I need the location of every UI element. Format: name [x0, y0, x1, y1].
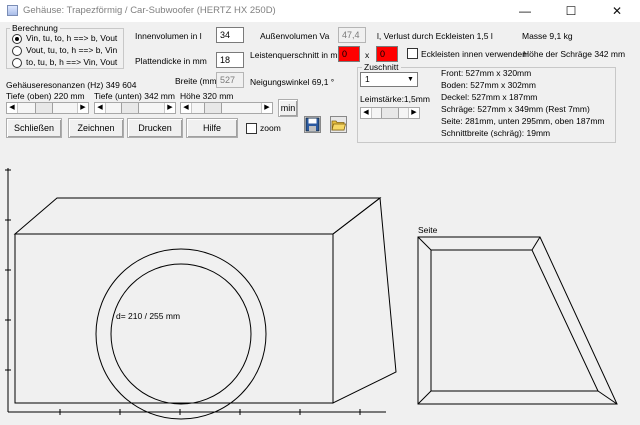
hoehe-slider[interactable]: ◀ ▶ [180, 102, 273, 114]
eckleisten-label: Eckleisten innen verwenden [421, 49, 527, 59]
minimize-button[interactable]: — [502, 0, 548, 22]
zeichnen-button[interactable]: Zeichnen [68, 118, 124, 138]
slider-thumb[interactable] [204, 103, 222, 113]
verlust-label: l, Verlust durch Eckleisten 1,5 l [377, 31, 493, 41]
hoehe-label: Höhe 320 mm [180, 91, 234, 101]
leistenquerschnitt-label: Leistenquerschnitt in mm [250, 50, 345, 60]
window-title: Gehäuse: Trapezförmig / Car-Subwoofer (H… [23, 5, 276, 16]
ruler-ticks [5, 169, 361, 415]
radio-option-3[interactable] [12, 58, 22, 68]
zuschnitt-line: Schnittbreite (schräg): 19mm [441, 128, 551, 138]
leimstaerke-label: Leimstärke:1,5mm [360, 94, 430, 104]
right-arrow-icon[interactable]: ▶ [408, 108, 419, 118]
driver-inner-circle [110, 263, 252, 405]
berechnung-title: Berechnung [10, 23, 60, 33]
left-arrow-icon[interactable]: ◀ [361, 108, 372, 118]
masse-label: Masse 9,1 kg [522, 31, 573, 41]
hilfe-button[interactable]: Hilfe [186, 118, 238, 138]
tiefe-unten-slider[interactable]: ◀ ▶ [94, 102, 176, 114]
radio-option-3-label: to, tu, b, h ==> Vin, Vout [26, 57, 118, 67]
side-view-label: Seite [418, 225, 438, 235]
breite-input: 527 [216, 72, 244, 88]
slider-thumb[interactable] [121, 103, 139, 113]
min-button[interactable]: min [278, 99, 298, 117]
tiefe-oben-slider[interactable]: ◀ ▶ [6, 102, 89, 114]
open-folder-icon [331, 120, 347, 131]
radio-option-2[interactable] [12, 46, 22, 56]
zuschnitt-line: Deckel: 527mm x 187mm [441, 92, 538, 102]
client-area: Berechnung Vin, tu, to, h ==> b, Vout Vo… [0, 22, 640, 425]
leisten-width-input[interactable]: 0 [338, 46, 360, 62]
aussenvolumen-input: 47,4 [338, 27, 366, 43]
aussenvolumen-label: Außenvolumen Va [260, 31, 330, 41]
radio-option-1[interactable] [12, 34, 22, 44]
chevron-down-icon[interactable]: ▼ [404, 73, 417, 86]
zuschnitt-title: Zuschnitt [362, 62, 401, 72]
resonanzen-label: Gehäuseresonanzen (Hz) 349 604 [6, 80, 137, 90]
zoom-checkbox[interactable] [246, 123, 257, 134]
leimstaerke-slider[interactable]: ◀ ▶ [360, 107, 420, 119]
zoom-label: zoom [260, 123, 281, 133]
title-bar: Gehäuse: Trapezförmig / Car-Subwoofer (H… [0, 0, 640, 22]
drucken-button[interactable]: Drucken [127, 118, 183, 138]
leisten-height-input[interactable]: 0 [376, 46, 398, 62]
tiefe-oben-label: Tiefe (oben) 220 mm [6, 91, 85, 101]
innenvolumen-input[interactable]: 34 [216, 27, 244, 43]
radio-option-2-label: Vout, tu, to, h ==> b, Vin [26, 45, 118, 55]
box-3d-view [13, 197, 397, 404]
save-button[interactable] [304, 116, 321, 133]
schliessen-button[interactable]: Schließen [6, 118, 62, 138]
driver-diameter-label: d= 210 / 255 mm [116, 311, 181, 321]
zuschnitt-line: Seite: 281mm, unten 295mm, oben 187mm [441, 116, 605, 126]
schraege-hoehe-label: Höhe der Schräge 342 mm [523, 49, 626, 59]
zuschnitt-line: Schräge: 527mm x 349mm (Rest 7mm) [441, 104, 590, 114]
eckleisten-checkbox[interactable] [407, 48, 418, 59]
right-arrow-icon[interactable]: ▶ [261, 103, 272, 113]
side-view [417, 236, 618, 405]
right-arrow-icon[interactable]: ▶ [164, 103, 175, 113]
close-button[interactable]: ✕ [594, 0, 640, 22]
zuschnitt-select[interactable]: 1 ▼ [360, 72, 418, 87]
zuschnitt-select-value: 1 [365, 74, 370, 84]
save-icon [305, 117, 320, 132]
left-arrow-icon[interactable]: ◀ [181, 103, 192, 113]
open-button[interactable] [330, 116, 347, 133]
zuschnitt-line: Front: 527mm x 320mm [441, 68, 532, 78]
neigungswinkel-label: Neigungswinkel 69,1 ° [250, 77, 335, 87]
leisten-x-label: x [365, 50, 370, 60]
maximize-button[interactable]: ☐ [548, 0, 594, 22]
left-arrow-icon[interactable]: ◀ [7, 103, 18, 113]
innenvolumen-label: Innenvolumen in l [135, 31, 202, 41]
driver-outer-circle [95, 248, 267, 420]
left-arrow-icon[interactable]: ◀ [95, 103, 106, 113]
tiefe-unten-label: Tiefe (unten) 342 mm [94, 91, 175, 101]
app-icon [7, 5, 18, 16]
radio-option-1-label: Vin, tu, to, h ==> b, Vout [26, 33, 118, 43]
right-arrow-icon[interactable]: ▶ [77, 103, 88, 113]
drawing-canvas [5, 168, 618, 420]
slider-thumb[interactable] [381, 108, 399, 118]
zuschnitt-line: Boden: 527mm x 302mm [441, 80, 536, 90]
plattendicke-label: Plattendicke in mm [135, 56, 207, 66]
slider-thumb[interactable] [35, 103, 53, 113]
plattendicke-input[interactable]: 18 [216, 52, 244, 68]
breite-label: Breite (mm) [175, 76, 220, 86]
